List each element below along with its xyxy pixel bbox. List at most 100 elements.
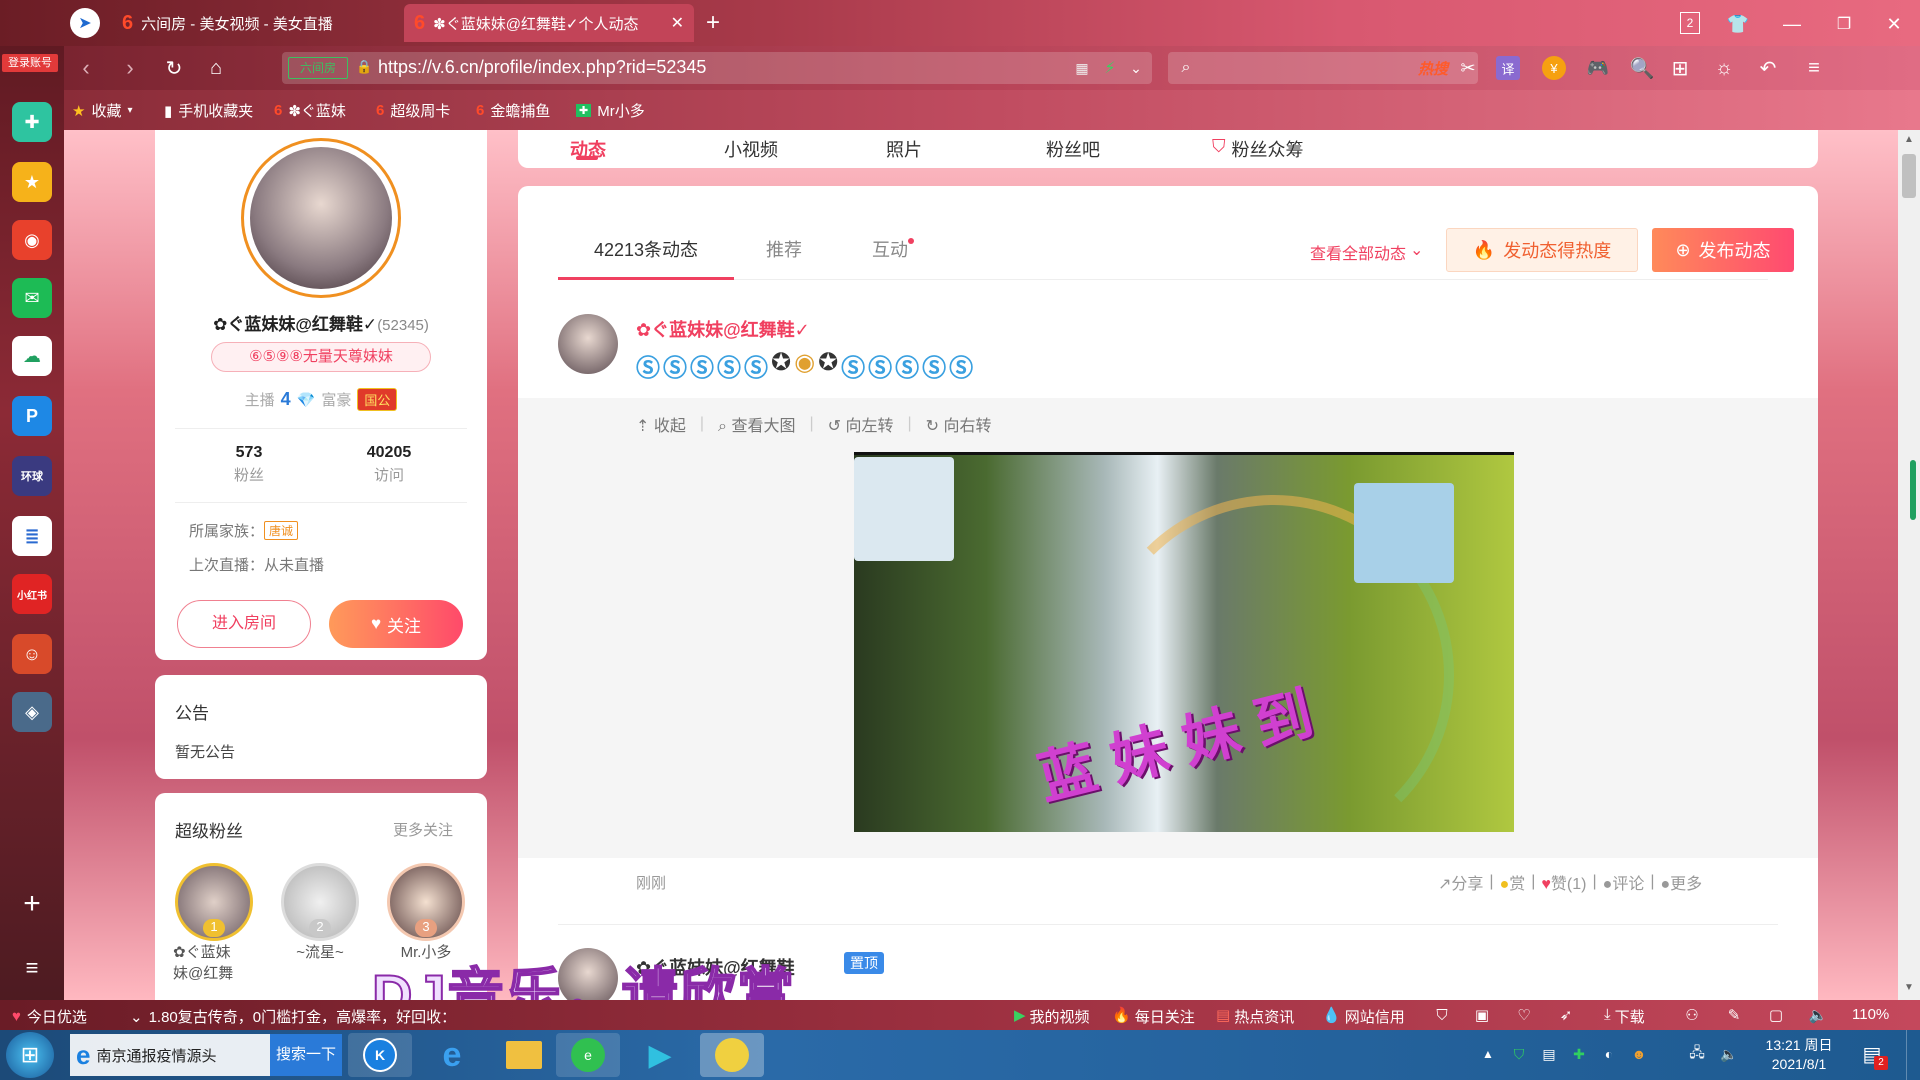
search-once-button[interactable]: 搜索一下 bbox=[270, 1034, 342, 1076]
tab-profile[interactable]: 6 ✽ぐ蓝妹妹@红舞鞋✓个人动态 ✕ bbox=[404, 4, 694, 42]
repair-icon[interactable]: ✎ bbox=[1724, 1004, 1744, 1026]
tab-crowdfunding[interactable]: ⛉ 粉丝众筹 bbox=[1212, 136, 1304, 162]
share-action[interactable]: ↗分享 bbox=[1438, 870, 1483, 894]
network-icon[interactable]: ⚇ bbox=[1682, 1004, 1702, 1026]
tab-short-video[interactable]: 小视频 bbox=[724, 136, 778, 162]
hot-search-badge[interactable]: 热搜 bbox=[1418, 58, 1448, 79]
360-browser-icon[interactable]: e bbox=[556, 1033, 620, 1077]
skin-shirt-icon[interactable]: 👕 bbox=[1724, 10, 1752, 38]
lightning-icon[interactable]: ⚡ bbox=[1100, 58, 1120, 78]
rotate-left-action[interactable]: ↺ 向左转 bbox=[828, 412, 894, 436]
pubg-game-icon[interactable]: ◈ bbox=[12, 692, 52, 732]
publish-button[interactable]: ⊕ 发布动态 bbox=[1652, 228, 1794, 272]
restore-icon[interactable]: ❐ bbox=[1830, 10, 1858, 38]
tab-recommend[interactable]: 推荐 bbox=[766, 222, 802, 280]
family-badge[interactable]: 唐诚 bbox=[264, 521, 299, 540]
scroll-down-icon[interactable]: ▼ bbox=[1904, 982, 1914, 993]
bookmark-mrxiaoduo[interactable]: ✚ Mr小多 bbox=[576, 100, 645, 121]
reward-action[interactable]: ●赏 bbox=[1500, 870, 1526, 894]
scissors-icon[interactable]: ✂ bbox=[1454, 54, 1482, 82]
video-player-icon[interactable]: ▶ bbox=[628, 1033, 692, 1077]
status-site-credit[interactable]: 💧 网站信用 bbox=[1322, 1006, 1405, 1027]
tab-liujianfang[interactable]: 6 六间房 - 美女视频 - 美女直播 bbox=[112, 4, 402, 42]
mail-icon[interactable]: ✉ bbox=[12, 278, 52, 318]
brightness-icon[interactable]: ☼ bbox=[1710, 54, 1738, 82]
view-all-dropdown[interactable]: 查看全部动态 ⌄ bbox=[1310, 240, 1423, 264]
scroll-up-icon[interactable]: ▲ bbox=[1904, 134, 1914, 145]
coupon-icon[interactable]: ¥ bbox=[1542, 56, 1566, 80]
today-picks[interactable]: ♥ 今日优选 bbox=[12, 1006, 87, 1027]
document-icon[interactable]: ≣ bbox=[12, 516, 52, 556]
post-avatar[interactable] bbox=[558, 314, 618, 374]
fan-item[interactable]: 1 ✿ぐ蓝妹 妹@红舞 bbox=[173, 863, 255, 983]
pan-app-icon[interactable]: P bbox=[12, 396, 52, 436]
avatar[interactable] bbox=[241, 138, 401, 298]
login-account-badge[interactable]: 登录账号 bbox=[2, 54, 58, 72]
scroll-thumb[interactable] bbox=[1902, 154, 1916, 198]
zoom-level[interactable]: 110% bbox=[1852, 1006, 1889, 1023]
vertical-scrollbar[interactable]: ▲ ▼ bbox=[1898, 130, 1920, 1000]
ie-task[interactable]: e 南京通报疫情源头 bbox=[70, 1034, 270, 1076]
gamepad-icon[interactable]: 🎮 bbox=[1584, 54, 1612, 82]
ie-app-icon[interactable]: e bbox=[420, 1033, 484, 1077]
games-app-icon[interactable]: 环球 bbox=[12, 456, 52, 496]
image-icon[interactable]: ▣ bbox=[1472, 1004, 1492, 1026]
url-box[interactable]: 六间房 🔒 https://v.6.cn/profile/index.php?r… bbox=[282, 52, 1152, 84]
bookmark-profile[interactable]: 6 ✽ぐ蓝妹 bbox=[274, 100, 346, 121]
forward-icon[interactable]: › bbox=[116, 54, 144, 82]
file-explorer-icon[interactable] bbox=[492, 1033, 556, 1077]
status-hot-news[interactable]: ▤ 热点资讯 bbox=[1216, 1006, 1294, 1027]
fan-item[interactable]: 3 Mr.小多 bbox=[385, 863, 467, 962]
plus-tray-icon[interactable]: ✚ bbox=[1568, 1042, 1590, 1066]
tab-all-dynamics[interactable]: 42213条动态 bbox=[558, 222, 734, 280]
follow-button[interactable]: ♥ 关注 bbox=[329, 600, 463, 648]
doc-tray-icon[interactable]: ▤ bbox=[1538, 1042, 1560, 1066]
plus-app-icon[interactable]: ✚ bbox=[12, 102, 52, 142]
xiaohongshu-icon[interactable]: 小红书 bbox=[12, 574, 52, 614]
tab-photos[interactable]: 照片 bbox=[886, 136, 922, 162]
like-action[interactable]: ♥赞(1) bbox=[1541, 870, 1586, 894]
chat-app-icon[interactable] bbox=[700, 1033, 764, 1077]
star-favorites-icon[interactable]: ★ bbox=[12, 162, 52, 202]
new-tab-icon[interactable]: + bbox=[698, 8, 728, 38]
home-icon[interactable]: ⌂ bbox=[202, 54, 230, 82]
undo-icon[interactable]: ↶ bbox=[1754, 54, 1782, 82]
tab-interaction[interactable]: 互动 bbox=[872, 222, 914, 280]
shield-icon[interactable]: ⛉ bbox=[1432, 1004, 1452, 1026]
close-window-icon[interactable]: ✕ bbox=[1880, 10, 1908, 38]
minimize-icon[interactable]: — bbox=[1778, 10, 1806, 38]
enter-room-button[interactable]: 进入房间 bbox=[177, 600, 311, 648]
menu-icon[interactable]: ≡ bbox=[1800, 54, 1828, 82]
tray-expand-icon[interactable]: ▲ bbox=[1478, 1044, 1498, 1064]
game-character-icon[interactable]: ☺ bbox=[12, 634, 52, 674]
show-desktop-button[interactable] bbox=[1906, 1030, 1920, 1080]
add-icon[interactable]: + bbox=[12, 884, 52, 924]
magnifier-icon[interactable]: 🔍 bbox=[1628, 54, 1656, 82]
navigation-icon[interactable]: ➤ bbox=[70, 8, 100, 38]
status-my-video[interactable]: ▶ 我的视频 bbox=[1014, 1006, 1090, 1027]
security-tray-icon[interactable]: ⛉ bbox=[1508, 1042, 1530, 1066]
clock[interactable]: 13:21 周日 2021/8/1 bbox=[1754, 1036, 1844, 1074]
bookmark-fishing[interactable]: 6 金蟾捕鱼 bbox=[476, 100, 550, 121]
collapse-action[interactable]: ⇡ 收起 bbox=[636, 412, 686, 436]
volume-tray-icon[interactable]: 🔈 bbox=[1718, 1042, 1740, 1066]
translate-icon[interactable]: 译 bbox=[1496, 56, 1520, 80]
weibo-icon[interactable]: ◉ bbox=[12, 220, 52, 260]
ticker[interactable]: ⌄ 1.80复古传奇，0门槛打金，高爆率，好回收： bbox=[130, 1006, 456, 1027]
close-tab-icon[interactable]: ✕ bbox=[671, 13, 684, 33]
qq-tray-icon[interactable]: ☻ bbox=[1628, 1042, 1650, 1066]
fans-stat[interactable]: 573 粉丝 bbox=[199, 444, 299, 485]
reload-icon[interactable]: ↻ bbox=[160, 54, 188, 82]
post-image[interactable]: 蓝 妹 妹 到 bbox=[854, 452, 1514, 832]
search-box[interactable]: ⌕ 热搜 bbox=[1168, 52, 1478, 84]
more-action[interactable]: ●更多 bbox=[1660, 870, 1702, 894]
view-large-action[interactable]: ⌕ 查看大图 bbox=[718, 412, 795, 436]
more-follows-link[interactable]: 更多关注 bbox=[393, 819, 453, 840]
start-button-icon[interactable]: ⊞ bbox=[6, 1032, 54, 1078]
status-download[interactable]: ⤓ 下载 bbox=[1604, 1006, 1645, 1027]
visits-stat[interactable]: 40205 访问 bbox=[339, 444, 439, 485]
back-icon[interactable]: ‹ bbox=[72, 54, 100, 82]
hot-post-button[interactable]: 🔥 发动态得热度 bbox=[1446, 228, 1638, 272]
menu-list-icon[interactable]: ≡ bbox=[12, 950, 52, 986]
cloud-icon[interactable]: ☁ bbox=[12, 336, 52, 376]
